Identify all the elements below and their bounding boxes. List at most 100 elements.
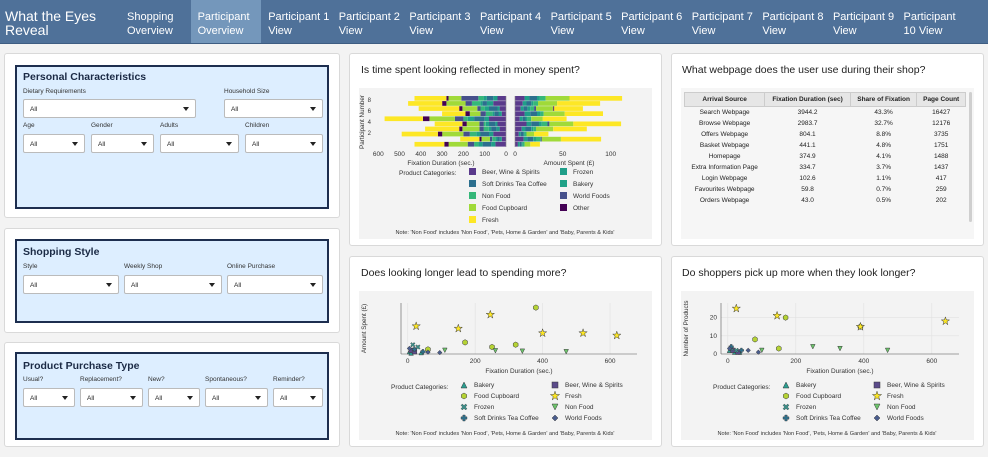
y-axis-label: Participant Number <box>359 95 366 149</box>
table-scrollbar[interactable] <box>969 92 972 222</box>
table-header-cell[interactable]: Page Count <box>916 92 966 107</box>
look-spend-panel: Does looking longer lead to spending mor… <box>349 256 662 447</box>
table-body: Search Webpage 3944.2 43.3% 16427 Browse Web… <box>685 107 966 207</box>
legend-swatch <box>469 204 476 211</box>
style-dropdown[interactable]: All <box>23 275 119 294</box>
legend-label: Food Cupboard <box>482 205 528 212</box>
dietary-dropdown[interactable]: All <box>23 99 196 118</box>
household-dropdown[interactable]: All <box>224 99 323 118</box>
tab-participant-4[interactable]: Participant 4 View <box>473 0 544 43</box>
fixation-bar-segment <box>497 96 506 101</box>
spending-bar-segment <box>534 106 536 111</box>
fixation-bar-segment <box>491 126 497 132</box>
legend-label: Food Cupboard <box>474 393 520 400</box>
gender-value: All <box>98 141 106 148</box>
chevron-down-icon <box>310 142 316 146</box>
fixation-bar-segment <box>454 116 464 122</box>
table-cell: Basket Webpage <box>699 142 750 149</box>
table-cell: 0.7% <box>876 186 892 193</box>
tab-participant-2[interactable]: Participant 2 View <box>332 0 403 43</box>
x-tick-label: 0 <box>504 151 508 158</box>
adults-dropdown[interactable]: All <box>160 134 239 153</box>
legend-label: Frozen <box>573 169 594 176</box>
weekly-dropdown[interactable]: All <box>124 275 222 294</box>
legend-marker <box>551 381 559 389</box>
spending-bar-segment <box>525 126 532 132</box>
spending-bar-segment <box>531 116 543 122</box>
fixation-bar-segment <box>423 116 430 122</box>
spontaneous-dropdown[interactable]: All <box>205 388 268 407</box>
tab-participant-7[interactable]: Participant 7 View <box>685 0 756 43</box>
legend-title: Product Categories: <box>399 170 457 177</box>
fixation-bar-segment <box>501 111 506 116</box>
legend-swatch <box>469 192 476 199</box>
replacement-dropdown[interactable]: All <box>80 388 143 407</box>
legend-label: Frozen <box>796 404 817 411</box>
fixation-bar-segment <box>497 121 506 127</box>
online-value: All <box>234 282 242 289</box>
y-tick-label: 10 <box>710 333 718 340</box>
spending-bar-segment <box>554 106 583 111</box>
fixation-bar-segment <box>492 136 496 142</box>
x-tick-label: 400 <box>415 151 426 158</box>
table-header-cell[interactable]: Share of Fixation <box>849 92 918 107</box>
table-header-cell[interactable]: Fixation Duration (sec) <box>764 92 851 107</box>
spending-bar-segment <box>522 116 526 122</box>
tab-participant-9[interactable]: Participant 9 View <box>826 0 897 43</box>
x-tick-label: 600 <box>926 358 937 365</box>
table-cell: 3735 <box>933 131 949 138</box>
table-header-cell[interactable]: Arrival Source <box>683 92 766 107</box>
table-row: Basket Webpage 441.1 4.8% 1751 <box>685 140 966 151</box>
x-tick-label: 200 <box>470 358 481 365</box>
spending-bar-segment <box>521 141 523 147</box>
table-cell: 3944.2 <box>797 109 818 116</box>
fixation-bar-segment <box>414 141 445 147</box>
children-dropdown[interactable]: All <box>245 134 323 153</box>
pick-up-title: Do shoppers pick up more when they look … <box>682 267 916 279</box>
reminder-dropdown[interactable]: All <box>273 388 323 407</box>
legend-label: Other <box>573 205 590 212</box>
tab-participant-6[interactable]: Participant 6 View <box>614 0 685 43</box>
fixation-bar-segment <box>479 126 484 132</box>
legend-swatch <box>560 180 567 187</box>
tab-shopping-overview[interactable]: Shopping Overview <box>120 0 191 43</box>
fixation-bar-segment <box>491 141 496 147</box>
data-point <box>512 341 519 348</box>
tab-participant-8[interactable]: Participant 8 View <box>755 0 826 43</box>
new-label: New? <box>148 376 165 383</box>
spending-bar-segment <box>553 126 587 132</box>
gender-dropdown[interactable]: All <box>91 134 154 153</box>
time-money-chart-area: 600 500 400 300 200 100 0 0 50 100 8 6 4 2 Participant… <box>359 88 652 239</box>
tab-participant-10[interactable]: Participant 10 View <box>897 0 968 43</box>
fixation-bar-segment <box>482 101 487 106</box>
tab-participant-5[interactable]: Participant 5 View <box>544 0 615 43</box>
webpage-table-area: Arrival Source Fixation Duration (sec) Sha… <box>681 88 974 239</box>
fixation-bar-segment <box>414 96 447 101</box>
tab-participant-overview[interactable]: Participant Overview <box>190 0 262 43</box>
usual-dropdown[interactable]: All <box>23 388 75 407</box>
spending-bar-segment <box>522 101 527 106</box>
online-dropdown[interactable]: All <box>227 275 323 294</box>
fixation-bar-segment <box>384 116 423 122</box>
spending-bar-segment <box>522 141 525 147</box>
spending-bar-segment <box>542 116 567 122</box>
tab-participant-3[interactable]: Participant 3 View <box>402 0 473 43</box>
product-filter-panel: Product Purchase Type Usual? All Replace… <box>4 342 340 447</box>
product-filter-box: Product Purchase Type Usual? All Replace… <box>15 352 329 440</box>
tab-participant-1[interactable]: Participant 1 View <box>261 0 332 43</box>
legend-label: Frozen <box>474 404 495 411</box>
spending-bar-segment <box>523 131 525 137</box>
fixation-bar-segment <box>463 131 470 137</box>
table-row: Homepage 374.9 4.1% 1488 <box>685 151 966 162</box>
age-dropdown[interactable]: All <box>23 134 85 153</box>
look-spend-title: Does looking longer lead to spending mor… <box>361 267 567 279</box>
legend-label: Non Food <box>565 404 594 411</box>
fixation-bar-segment <box>489 106 498 111</box>
new-dropdown[interactable]: All <box>148 388 200 407</box>
age-label: Age <box>23 122 35 129</box>
legend-label: Soft Drinks Tea Coffee <box>796 415 861 422</box>
legend-label: Fresh <box>887 393 904 400</box>
fixation-bar-segment <box>467 141 475 147</box>
table-cell: Orders Webpage <box>699 197 750 204</box>
spending-bar-segment <box>520 131 524 137</box>
